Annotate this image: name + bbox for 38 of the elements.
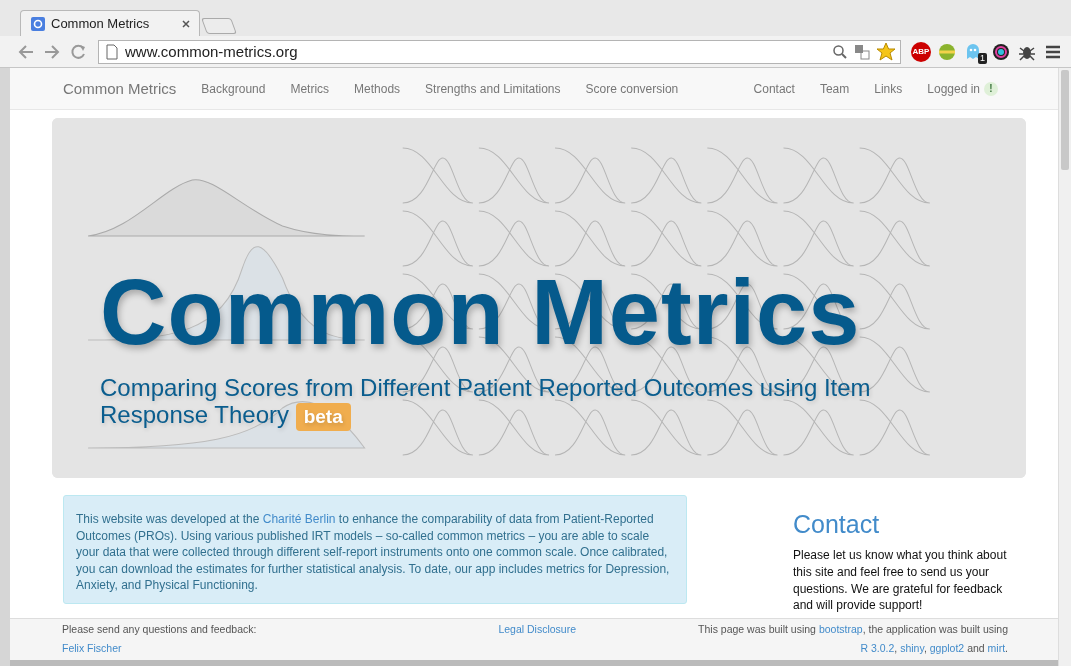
page-icon [105,41,119,62]
scrollbar[interactable] [1058,68,1071,666]
login-status[interactable]: Logged in [927,81,980,96]
nav-link[interactable]: Team [819,81,850,96]
hero-subtitle: Comparing Scores from Different Patient Reported Outcomes using Item Response Theory beta [100,374,960,431]
scroll-thumb[interactable] [1061,70,1069,170]
nav-link[interactable]: Metrics [290,81,330,96]
adblock-icon[interactable]: ABP [911,41,931,62]
nav-link[interactable]: Score conversion [585,81,679,96]
nav-link[interactable]: Background [201,81,266,96]
hero-title: Common Metrics [100,266,862,358]
text-link[interactable]: bootstrap [818,623,863,635]
nav-link[interactable]: Contact [753,81,795,96]
nav-link[interactable]: Links [874,81,903,96]
browser-tab[interactable]: Common Metrics [20,10,200,36]
nav-link[interactable]: Methods [354,81,401,96]
address-bar[interactable]: www.common-metrics.org [98,39,901,64]
footer-text: R 3.0.2, shiny, ggplot2 and mirt. [860,642,1008,654]
text-link[interactable]: ggplot2 [929,642,965,654]
contact-heading: Contact [793,510,881,539]
count-badge: 1 [978,52,987,64]
nav-link[interactable]: Strengths and Limitations [425,81,561,96]
text-link[interactable]: Charité Berlin [262,512,336,526]
contact-text: Please let us know what you think about this site and feel free to send us your questions. We are grateful for feedback and will provide support! [793,547,1008,615]
footer-text: This page was built using bootstrap, the application was built using [698,623,1008,635]
color-wheel-icon[interactable] [991,41,1011,62]
new-tab-button[interactable] [201,18,237,34]
beta-badge: beta [295,403,351,431]
site-brand[interactable]: Common Metrics [63,80,177,97]
intro-paragraph: This website was developed at the Charité Berlin to enhance the comparability of data from Patient-Reported Outcomes (PROs). Using various published IRT models – so-called common metrics – you are able to scale your data that were collected through different self-report instruments onto one common scale. Once calibrated, you can download the estimates for further statistical analysis. To date, our app includes metrics for Depression, Anxiety, and Physical Functioning. [63,495,687,604]
text-link[interactable]: Legal Disclosure [498,623,577,635]
favicon-icon [31,16,45,31]
text-link[interactable]: Felix Fischer [62,642,257,654]
star-icon[interactable] [876,41,896,62]
alert-badge: ! [984,81,998,96]
footer-text: Please send any questions and feedback: [62,623,257,635]
text-link[interactable]: shiny [900,642,924,654]
ball-icon[interactable] [937,41,957,62]
